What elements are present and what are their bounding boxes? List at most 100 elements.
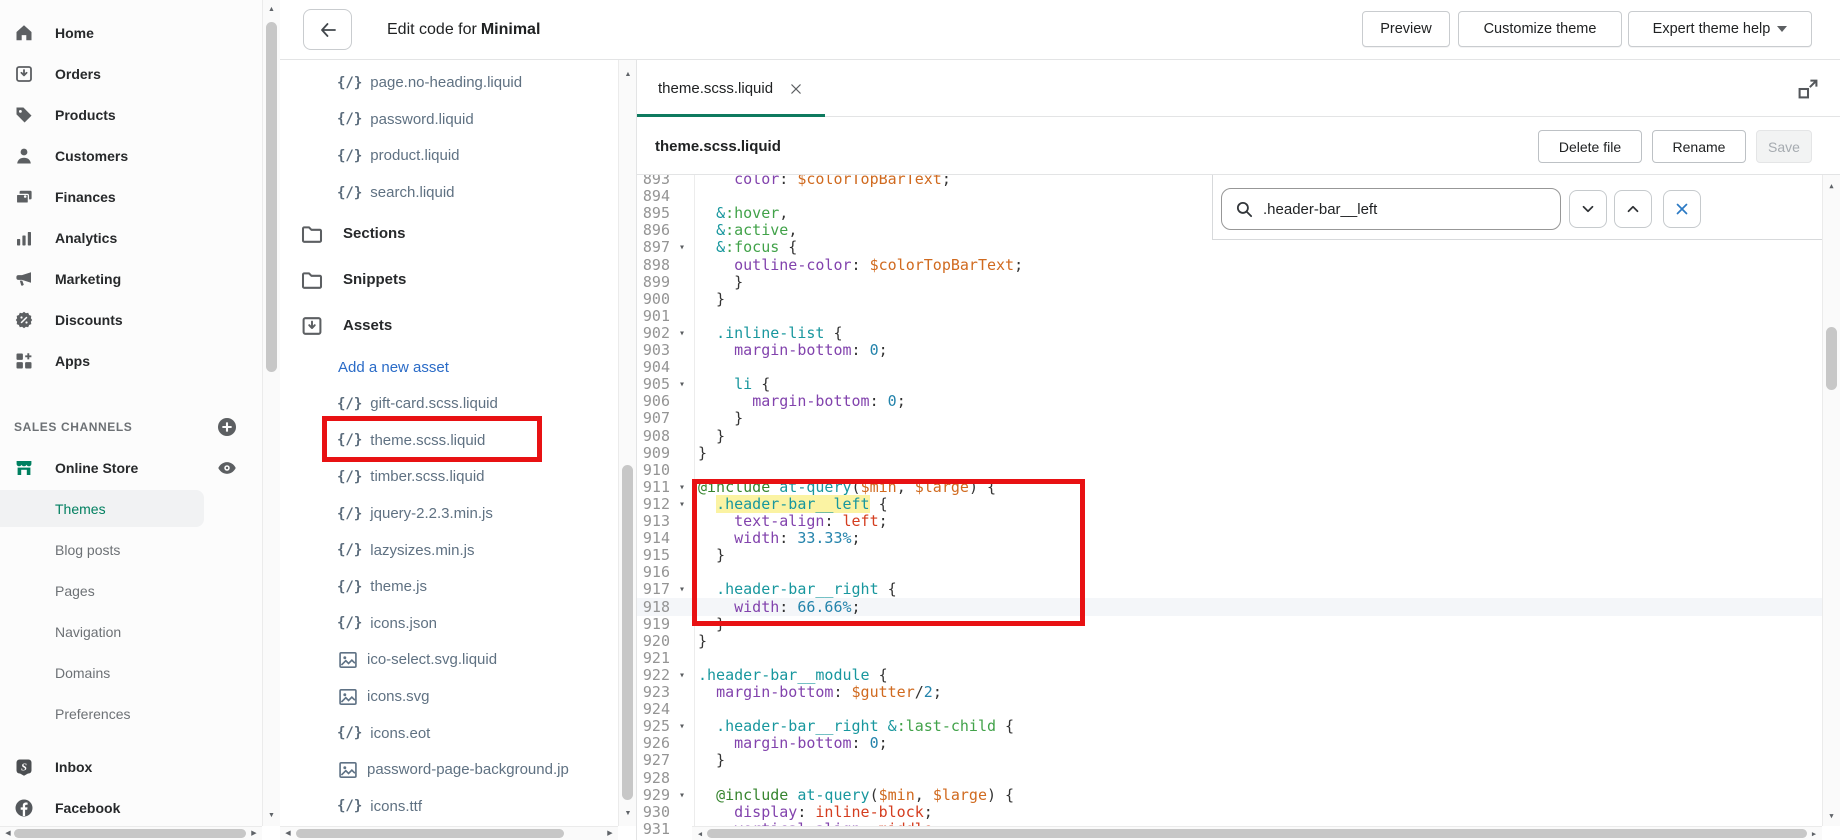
file-tree-scrollbar[interactable]: ▲ ▼ <box>618 60 636 826</box>
file-item-icons-eot[interactable]: {/} icons.eot <box>280 715 620 752</box>
line-number: 895 <box>642 204 670 223</box>
scroll-right-icon[interactable]: ▶ <box>604 827 616 840</box>
customize-theme-button[interactable]: Customize theme <box>1458 11 1622 47</box>
fold-arrow-icon[interactable]: ▾ <box>673 667 691 684</box>
search-input[interactable]: .header-bar__left <box>1221 188 1561 230</box>
sidebar-item-themes[interactable]: Themes <box>0 488 262 529</box>
fold-arrow-icon[interactable]: ▾ <box>673 496 691 513</box>
scroll-down-icon[interactable]: ▼ <box>619 807 636 821</box>
sidebar-item-customers[interactable]: Customers <box>0 135 262 176</box>
file-item-product-liquid[interactable]: {/} product.liquid <box>280 138 620 175</box>
sidebar-item-orders[interactable]: Orders <box>0 53 262 94</box>
file-item-icons-svg[interactable]: icons.svg <box>280 678 620 715</box>
editor-h-scrollbar[interactable]: ◀ ▶ <box>692 826 1822 840</box>
sidebar-item-pages[interactable]: Pages <box>0 570 262 611</box>
add-new-asset-link[interactable]: Add a new asset <box>280 349 620 386</box>
file-item-timber-scss-liquid[interactable]: {/} timber.scss.liquid <box>280 459 620 496</box>
folder-open-icon <box>300 314 324 338</box>
find-next-button[interactable] <box>1569 190 1607 228</box>
fold-arrow-icon[interactable]: ▾ <box>673 376 691 393</box>
file-item-password-liquid[interactable]: {/} password.liquid <box>280 101 620 138</box>
scroll-up-icon[interactable]: ▲ <box>263 3 280 17</box>
scroll-left-icon[interactable]: ◀ <box>694 827 706 840</box>
sidebar-item-home[interactable]: Home <box>0 12 262 53</box>
back-button[interactable] <box>303 9 352 50</box>
file-item-icons-json[interactable]: {/} icons.json <box>280 605 620 642</box>
code-content[interactable]: 893 color: $colorTopBarText; 894 895 &:hov… <box>637 175 1840 840</box>
line-number: 927 <box>642 751 670 770</box>
file-item-icons-ttf[interactable]: {/} icons.ttf <box>280 788 620 825</box>
find-previous-button[interactable] <box>1614 190 1652 228</box>
scrollbar-thumb[interactable] <box>1826 327 1837 390</box>
fold-arrow-icon[interactable]: ▾ <box>673 479 691 496</box>
scroll-right-icon[interactable]: ▶ <box>1808 827 1820 840</box>
file-item-ico-select-svg-liquid[interactable]: ico-select.svg.liquid <box>280 642 620 679</box>
preview-button[interactable]: Preview <box>1362 11 1450 47</box>
sidebar-item-finances[interactable]: Finances <box>0 176 262 217</box>
code-file-icon: {/} <box>337 111 363 128</box>
sidebar-item-blog-posts[interactable]: Blog posts <box>0 529 262 570</box>
editor-scrollbar[interactable]: ▲ ▼ <box>1822 175 1840 826</box>
code-token: ; <box>851 529 861 548</box>
file-item-password-page-background-jp[interactable]: password-page-background.jp <box>280 752 620 789</box>
sidebar-item-navigation[interactable]: Navigation <box>0 611 262 652</box>
sidebar-h-scrollbar[interactable]: ◀ ▶ <box>0 826 262 840</box>
sidebar-item-products[interactable]: Products <box>0 94 262 135</box>
file-item-label: lazysizes.min.js <box>370 541 475 559</box>
fold-arrow-icon[interactable]: ▾ <box>673 581 691 598</box>
folder-assets[interactable]: Assets <box>280 303 620 349</box>
scroll-right-icon[interactable]: ▶ <box>248 827 260 840</box>
sales-channels-heading: SALES CHANNELS <box>14 420 133 434</box>
file-item-search-liquid[interactable]: {/} search.liquid <box>280 174 620 211</box>
rename-button[interactable]: Rename <box>1652 130 1746 163</box>
page-title-prefix: Edit code for <box>387 21 477 38</box>
file-item-page-no-heading-liquid[interactable]: {/} page.no-heading.liquid <box>280 65 620 102</box>
scrollbar-thumb[interactable] <box>266 22 277 372</box>
sidebar-item-inbox[interactable]: SInbox1 <box>0 746 262 787</box>
sidebar-item-preferences[interactable]: Preferences <box>0 693 262 734</box>
scroll-left-icon[interactable]: ◀ <box>2 827 14 840</box>
plus-circle-icon[interactable] <box>216 416 238 438</box>
close-search-button[interactable] <box>1663 190 1701 228</box>
scroll-down-icon[interactable]: ▼ <box>1823 809 1840 823</box>
file-item-lazysizes-min-js[interactable]: {/} lazysizes.min.js <box>280 532 620 569</box>
sidebar-item-discounts[interactable]: Discounts <box>0 299 262 340</box>
delete-file-button[interactable]: Delete file <box>1538 130 1642 163</box>
expand-editor-button[interactable] <box>1796 77 1820 101</box>
sidebar-item-domains[interactable]: Domains <box>0 652 262 693</box>
scrollbar-thumb[interactable] <box>622 465 633 800</box>
folder-sections[interactable]: Sections <box>280 211 620 257</box>
sidebar-item-facebook[interactable]: Facebook <box>0 787 262 828</box>
expert-theme-help-button[interactable]: Expert theme help <box>1628 11 1812 47</box>
file-item-theme-js[interactable]: {/} theme.js <box>280 569 620 606</box>
file-tree-h-scrollbar[interactable]: ◀ ▶ <box>280 826 618 840</box>
fold-arrow-icon[interactable]: ▾ <box>673 239 691 256</box>
file-item-jquery-2-2-3-min-js[interactable]: {/} jquery-2.2.3.min.js <box>280 495 620 532</box>
close-icon[interactable] <box>789 82 803 96</box>
sidebar-item-marketing[interactable]: Marketing <box>0 258 262 299</box>
scroll-left-icon[interactable]: ◀ <box>282 827 294 840</box>
save-button[interactable]: Save <box>1756 130 1812 163</box>
sidebar-item-analytics[interactable]: Analytics <box>0 217 262 258</box>
eye-icon[interactable] <box>216 457 238 479</box>
scrollbar-thumb[interactable] <box>296 829 564 838</box>
file-item-theme-scss-liquid[interactable]: {/} theme.scss.liquid <box>280 422 620 459</box>
fold-arrow-icon[interactable]: ▾ <box>673 718 691 735</box>
sidebar-item-apps[interactable]: Apps <box>0 340 262 381</box>
file-item-gift-card-scss-liquid[interactable]: {/} gift-card.scss.liquid <box>280 386 620 423</box>
scrollbar-thumb[interactable] <box>707 829 1807 838</box>
code-line: } <box>698 410 743 427</box>
fold-arrow-icon[interactable]: ▾ <box>673 787 691 804</box>
code-token: ) { <box>968 477 997 496</box>
tab-theme-scss[interactable]: theme.scss.liquid <box>650 60 811 117</box>
scrollbar-thumb[interactable] <box>14 829 246 838</box>
scroll-up-icon[interactable]: ▲ <box>619 68 636 82</box>
sidebar-scrollbar[interactable]: ▲ ▼ <box>262 0 280 826</box>
scroll-down-icon[interactable]: ▼ <box>263 809 280 823</box>
code-line: } <box>698 615 725 633</box>
fold-arrow-icon[interactable]: ▾ <box>673 325 691 342</box>
code-token: & <box>716 221 726 240</box>
scroll-up-icon[interactable]: ▲ <box>1823 179 1840 193</box>
folder-snippets[interactable]: Snippets <box>280 257 620 303</box>
